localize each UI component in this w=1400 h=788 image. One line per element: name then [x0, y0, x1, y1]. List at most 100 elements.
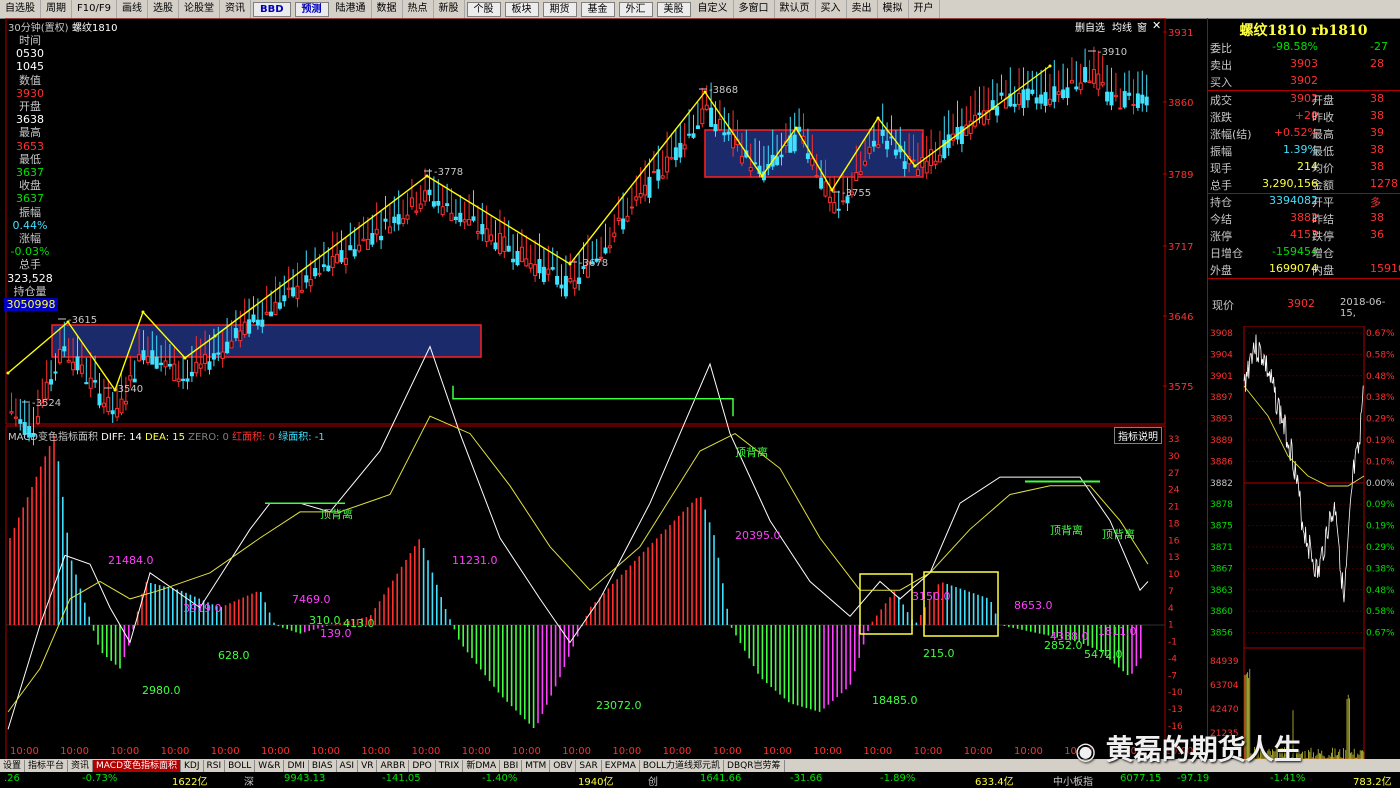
- indicator-tab-7[interactable]: W&R: [255, 759, 285, 772]
- candle-body: [1034, 97, 1039, 104]
- indicator-help-button[interactable]: 指标说明: [1114, 427, 1162, 444]
- menu-item-12[interactable]: 新股: [434, 0, 465, 18]
- indicator-tab-16[interactable]: BBI: [500, 759, 523, 772]
- candle-body: [863, 160, 868, 166]
- macd-area-label: 20395.0: [735, 529, 781, 542]
- indicator-tab-0[interactable]: 设置: [0, 759, 26, 772]
- indicator-tab-19[interactable]: SAR: [576, 759, 602, 772]
- candle-body: [519, 246, 524, 263]
- menu-item-11[interactable]: 热点: [403, 0, 434, 18]
- candle-body: [533, 264, 538, 277]
- indicator-tab-3[interactable]: MACD变色指标面积: [93, 759, 182, 772]
- indicator-tab-2[interactable]: 资讯: [68, 759, 94, 772]
- chart-toolbar-delete-fav[interactable]: 删自选: [1075, 19, 1105, 34]
- quote-value-2: 38: [1370, 109, 1384, 122]
- indicator-tab-11[interactable]: VR: [358, 759, 378, 772]
- menu-item-5[interactable]: 论股堂: [179, 0, 220, 18]
- menu-item-13[interactable]: 个股: [466, 1, 501, 17]
- menu-item-21[interactable]: 默认页: [775, 0, 816, 18]
- chart-canvas[interactable]: -3615 -3524 -3540 -3778 -3678 -3868 -3755 -3910…: [0, 18, 1207, 760]
- candle-body: [431, 201, 436, 207]
- indicator-tab-1[interactable]: 指标平台: [25, 759, 69, 772]
- indicator-tab-22[interactable]: DBQR岂劳筹: [724, 759, 785, 772]
- candle-body: [132, 378, 137, 383]
- candle-body: [220, 351, 225, 359]
- macd-axis-label: 13: [1168, 553, 1179, 563]
- trend-point: [876, 116, 880, 120]
- indicator-tab-18[interactable]: OBV: [550, 759, 577, 772]
- indicator-tab-6[interactable]: BOLL: [225, 759, 256, 772]
- candle-body: [502, 236, 507, 252]
- intraday-mini-chart[interactable]: 3908 0.67% 3904 0.58% 3901 0.48% 3897 0.38% 3893…: [1208, 326, 1400, 759]
- menu-item-20[interactable]: 多窗口: [734, 0, 775, 18]
- candle-body: [66, 359, 71, 363]
- menu-item-19[interactable]: 自定义: [693, 0, 734, 18]
- menu-item-14[interactable]: 板块: [504, 1, 539, 17]
- candle-body: [1039, 94, 1044, 104]
- value-value: 3930: [16, 86, 44, 100]
- period-label: 30分钟(置权): [8, 23, 69, 34]
- menu-item-23[interactable]: 卖出: [847, 0, 878, 18]
- menu-item-1[interactable]: 周期: [41, 0, 72, 18]
- candle-body: [660, 175, 665, 179]
- candle-body: [194, 361, 199, 374]
- chart-toolbar-ma[interactable]: 均线: [1112, 19, 1132, 34]
- menu-item-17[interactable]: 外汇: [618, 1, 653, 17]
- candle-body: [836, 208, 841, 211]
- indicator-tab-9[interactable]: BIAS: [309, 759, 337, 772]
- indicator-tab-21[interactable]: BOLL力道线郑元凯: [640, 759, 725, 772]
- menu-item-10[interactable]: 数据: [372, 0, 403, 18]
- indicator-tab-15[interactable]: 新DMA: [463, 759, 501, 772]
- candle-body: [317, 272, 322, 275]
- quote-row: 现手 214 均价 38: [1210, 159, 1400, 176]
- menu-item-6[interactable]: 资讯: [220, 0, 251, 18]
- indicator-tab-5[interactable]: RSI: [204, 759, 226, 772]
- candle-body: [339, 250, 344, 263]
- candle-body: [299, 290, 304, 293]
- candle-body: [176, 378, 181, 382]
- menu-item-0[interactable]: 自选股: [0, 0, 41, 18]
- menu-item-18[interactable]: 美股: [656, 1, 691, 17]
- candle-body: [1021, 89, 1026, 108]
- indicator-tab-20[interactable]: EXPMA: [602, 759, 640, 772]
- macd-dea: DEA: 15: [145, 432, 185, 443]
- candle-body: [995, 106, 1000, 116]
- chart-toolbar-window[interactable]: 窗: [1137, 19, 1147, 34]
- indicator-tab-14[interactable]: TRIX: [436, 759, 464, 772]
- menu-item-2[interactable]: F10/F9: [72, 0, 117, 18]
- candle-body: [1065, 87, 1070, 99]
- menu-item-15[interactable]: 期货: [542, 1, 577, 17]
- menu-item-8[interactable]: 预测: [294, 1, 329, 17]
- macd-axis-label: -7: [1168, 671, 1177, 681]
- candle-body: [225, 341, 230, 354]
- candle-body: [75, 356, 80, 371]
- menu-item-4[interactable]: 选股: [148, 0, 179, 18]
- indicator-tab-13[interactable]: DPO: [409, 759, 436, 772]
- candle-body: [167, 363, 172, 367]
- candle-body: [273, 301, 278, 316]
- menu-item-3[interactable]: 画线: [117, 0, 148, 18]
- menu-item-7[interactable]: BBD: [252, 1, 291, 17]
- macd-area-label: 215.0: [923, 647, 955, 660]
- candle-body: [1113, 94, 1118, 98]
- status-item: .26: [4, 773, 20, 784]
- indicator-tab-8[interactable]: DMI: [284, 759, 309, 772]
- annotation-3524: -3524: [32, 398, 61, 409]
- close-icon[interactable]: ✕: [1152, 19, 1161, 32]
- menu-item-25[interactable]: 开户: [909, 0, 940, 18]
- candle-body: [1012, 103, 1017, 107]
- candle-body: [119, 398, 124, 414]
- menu-item-16[interactable]: 基金: [580, 1, 615, 17]
- indicator-tab-12[interactable]: ARBR: [377, 759, 410, 772]
- candle-body: [1118, 107, 1123, 110]
- indicator-tab-17[interactable]: MTM: [522, 759, 551, 772]
- candle-body: [1105, 91, 1110, 102]
- menu-item-9[interactable]: 陆港通: [331, 0, 372, 18]
- menu-item-22[interactable]: 买入: [816, 0, 847, 18]
- menu-item-24[interactable]: 模拟: [878, 0, 909, 18]
- candle-body: [449, 212, 454, 221]
- candle-body: [475, 231, 480, 234]
- price-axis-label: 3717: [1168, 242, 1193, 253]
- indicator-tab-4[interactable]: KDJ: [181, 759, 204, 772]
- indicator-tab-10[interactable]: ASI: [337, 759, 359, 772]
